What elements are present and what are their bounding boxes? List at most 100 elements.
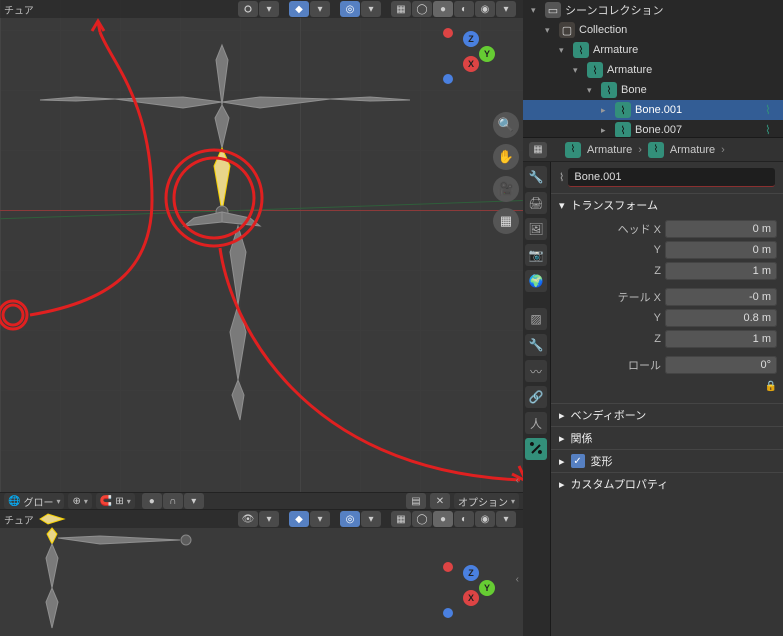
orientation-dropdown[interactable]: 🌐グロー▾ — [4, 493, 64, 509]
close-icon[interactable]: ✕ — [430, 493, 450, 509]
head-z-field[interactable]: 1 m — [665, 262, 777, 280]
bone-icon: ⌇ — [559, 171, 564, 184]
breadcrumb-object[interactable]: Armature — [587, 144, 632, 156]
tree-row-bone-007[interactable]: ▸⌇Bone.007⌇ — [523, 120, 783, 138]
bone-rest-icon[interactable]: ⌇ — [765, 103, 779, 117]
properties-tabs: 🔧 🖨 🖼 📷 🌍 ▨ 🔧 〰 🔗 人 — [523, 162, 551, 636]
section-bendy-header[interactable]: ▸ ベンディボーン — [551, 404, 783, 426]
axis-z-handle[interactable]: Z — [463, 31, 479, 47]
tab-constraint-icon[interactable]: 🔗 — [525, 386, 547, 408]
perspective-icon[interactable]: ▦ — [493, 208, 519, 234]
tab-render-icon[interactable]: 🔧 — [525, 166, 547, 188]
properties-editor-icon[interactable]: ▦ — [529, 142, 547, 158]
section-deform-header[interactable]: ▸ ✓ 変形 — [551, 450, 783, 472]
head-z-label: Z — [557, 265, 661, 277]
expand-chevron-icon[interactable]: ▸ — [601, 125, 611, 136]
tab-bone-icon[interactable] — [525, 438, 547, 460]
tail-x-field[interactable]: -0 m — [665, 288, 777, 306]
section-custom-label: カスタムプロパティ — [571, 476, 669, 492]
axis-dot-neg — [443, 28, 453, 38]
head-x-field[interactable]: 0 m — [665, 220, 777, 238]
tab-output-icon[interactable]: 🖨 — [525, 192, 547, 214]
pan-icon[interactable]: ✋ — [493, 144, 519, 170]
proportional-icon[interactable]: ● — [142, 493, 162, 509]
armature-data-icon: ⌇ — [648, 142, 664, 158]
expand-chevron-icon[interactable]: ▾ — [573, 65, 583, 76]
pivot-dropdown[interactable]: ⊕▾ — [68, 493, 91, 509]
xray-toggle-icon[interactable]: ▤ — [406, 493, 426, 509]
viewport-3d-secondary[interactable]: チュア 👁 ▾ ◆ ▾ ◎ ▾ ▦ ◯ ● — [0, 510, 523, 636]
expand-chevron-icon[interactable]: ▸ — [601, 105, 611, 116]
tree-row-collection[interactable]: ▾▢Collection — [523, 20, 783, 40]
chevron-down-icon: ▾ — [559, 199, 565, 212]
tab-modifier-icon[interactable]: 🔧 — [525, 334, 547, 356]
tail-z-label: Z — [557, 333, 661, 345]
nav-gizmo[interactable]: Z X Y — [449, 34, 493, 78]
tree-row-bone-001[interactable]: ▸ ⌇ Bone.001 ⌇ — [523, 100, 783, 120]
tab-world-icon[interactable]: 🌍 — [525, 270, 547, 292]
axis-dot-neg2 — [443, 608, 453, 618]
chevron-right-icon: ▸ — [559, 432, 565, 445]
roll-field[interactable]: 0° — [665, 356, 777, 374]
lock-row[interactable]: 🔒 — [665, 381, 777, 392]
axis-y-handle[interactable]: Y — [479, 580, 495, 596]
tail-x-label: テール X — [557, 289, 661, 305]
tree-item-label: Armature — [593, 44, 638, 56]
axis-z-handle[interactable]: Z — [463, 565, 479, 581]
axis-y-handle[interactable]: Y — [479, 46, 495, 62]
chevron-right-icon: ▸ — [559, 478, 565, 491]
bone-icon: ⌇ — [615, 102, 631, 118]
tool-header: 🌐グロー▾ ⊕▾ 🧲⊞▾ ● ∩ ▾ ▤ ✕ オプション▾ — [0, 492, 523, 510]
bone-rest-icon[interactable]: ⌇ — [765, 123, 779, 137]
roll-label: ロール — [557, 357, 661, 373]
tail-z-field[interactable]: 1 m — [665, 330, 777, 348]
nav-gizmo-secondary[interactable]: Z X Y — [449, 568, 493, 612]
deform-checkbox[interactable]: ✓ — [571, 454, 585, 468]
axis-x-handle[interactable]: X — [463, 56, 479, 72]
camera-icon[interactable]: 🎥 — [493, 176, 519, 202]
bone-name-field[interactable] — [568, 168, 775, 187]
expand-chevron-icon[interactable]: ▾ — [531, 5, 541, 16]
head-y-field[interactable]: 0 m — [665, 241, 777, 259]
tab-physics-icon[interactable]: 〰 — [525, 360, 547, 382]
outliner-panel[interactable]: ▾▭シーンコレクション▾▢Collection▾⌇Armature▾⌇Armat… — [523, 0, 783, 138]
tree-row--[interactable]: ▾▭シーンコレクション — [523, 0, 783, 20]
tree-item-label: Armature — [607, 64, 652, 76]
chevron-right-icon: ▸ — [559, 409, 565, 422]
tail-y-field[interactable]: 0.8 m — [665, 309, 777, 327]
collection-icon: ▢ — [559, 22, 575, 38]
tab-scene-icon[interactable]: 📷 — [525, 244, 547, 266]
snap-dropdown[interactable]: 🧲⊞▾ — [96, 493, 135, 509]
section-custom-header[interactable]: ▸ カスタムプロパティ — [551, 473, 783, 495]
properties-breadcrumb: ▦ ⌇ Armature › ⌇ Armature › — [523, 138, 783, 162]
axis-x-handle[interactable]: X — [463, 590, 479, 606]
expand-chevron-icon[interactable]: ▾ — [545, 25, 555, 36]
options-label: オプション — [458, 494, 508, 509]
tab-armature-icon[interactable]: 人 — [525, 412, 547, 434]
expand-chevron-icon[interactable]: ▾ — [559, 45, 569, 56]
falloff-icon[interactable]: ∩ — [163, 493, 183, 509]
axis-dot-neg2 — [443, 74, 453, 84]
tree-row-armature[interactable]: ▾⌇Armature — [523, 40, 783, 60]
bone-icon: ⌇ — [615, 122, 631, 138]
tree-row-bone[interactable]: ▾⌇Bone — [523, 80, 783, 100]
viewport-3d[interactable]: チュア ▾ ◆ ▾ ◎ ▾ ▦ ◯ ● ◐ ◉ ▾ — [0, 0, 523, 492]
zoom-icon[interactable]: 🔍 — [493, 112, 519, 138]
chevron-right-icon: › — [721, 144, 725, 156]
dropdown-icon[interactable]: ▾ — [184, 493, 204, 509]
panel-collapse-chevron[interactable]: ‹ — [516, 574, 519, 585]
section-relations-header[interactable]: ▸ 関係 — [551, 427, 783, 449]
tab-viewlayer-icon[interactable]: 🖼 — [525, 218, 547, 240]
section-bendy-label: ベンディボーン — [571, 407, 647, 423]
chevron-right-icon: › — [638, 144, 642, 156]
tree-item-label: シーンコレクション — [565, 2, 663, 18]
tree-row-armature[interactable]: ▾⌇Armature — [523, 60, 783, 80]
tab-object-icon[interactable]: ▨ — [525, 308, 547, 330]
tree-item-label: Bone.001 — [635, 104, 682, 116]
options-dropdown[interactable]: オプション▾ — [454, 493, 519, 509]
section-relations-label: 関係 — [571, 430, 593, 446]
panel-collapse-chevron[interactable]: ‹ — [516, 475, 519, 486]
breadcrumb-data[interactable]: Armature — [670, 144, 715, 156]
expand-chevron-icon[interactable]: ▾ — [587, 85, 597, 96]
section-transform-header[interactable]: ▾ トランスフォーム — [551, 194, 783, 216]
